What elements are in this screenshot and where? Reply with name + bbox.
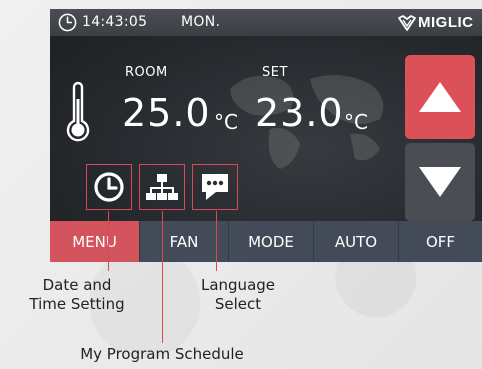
callout-date-time-line-2: Time Setting — [29, 295, 125, 313]
menu-button[interactable]: MENU — [50, 221, 140, 262]
set-temperature: 23.0 — [255, 91, 344, 135]
clock-icon — [58, 13, 77, 32]
brand-logo: MIGLIC — [398, 13, 474, 32]
temperature-down-button[interactable] — [405, 143, 475, 221]
language-select-button[interactable] — [192, 164, 238, 210]
thermometer-icon — [66, 81, 90, 142]
bottom-menu: MENU FAN MODE AUTO OFF — [50, 221, 482, 262]
set-label: SET — [262, 65, 288, 80]
auto-button[interactable]: AUTO — [314, 221, 399, 262]
callout-language: Language Select — [178, 276, 298, 314]
sitemap-icon — [146, 174, 178, 200]
chat-bubble-icon — [202, 174, 228, 200]
callout-program-schedule: My Program Schedule — [80, 345, 244, 363]
current-time: 14:43:05 — [82, 14, 148, 30]
room-label: ROOM — [125, 65, 168, 80]
off-button[interactable]: OFF — [399, 221, 482, 262]
mode-button[interactable]: MODE — [229, 221, 314, 262]
callout-date-time-line-1: Date and — [42, 276, 112, 294]
brand-name: MIGLIC — [418, 14, 474, 31]
date-time-setting-button[interactable] — [86, 164, 132, 210]
set-unit: °C — [344, 110, 368, 134]
current-day: MON. — [181, 14, 221, 30]
room-temperature: 25.0 — [122, 91, 211, 135]
temperature-up-button[interactable] — [405, 55, 475, 139]
callout-line-date-time — [108, 211, 109, 271]
program-schedule-button[interactable] — [139, 164, 185, 210]
callout-language-line-2: Select — [214, 295, 262, 313]
thermostat-screen: 14:43:05 MON. MIGLIC ROOM SET 25.0 °C 23… — [50, 9, 482, 262]
callout-line-program — [162, 211, 163, 343]
status-bar: 14:43:05 MON. MIGLIC — [50, 9, 482, 36]
brand-logo-icon — [398, 14, 416, 31]
room-unit: °C — [214, 110, 238, 134]
triangle-up-icon — [419, 82, 461, 112]
callout-date-time: Date and Time Setting — [4, 276, 150, 314]
callout-line-language — [216, 211, 217, 271]
clock-icon — [94, 172, 124, 202]
triangle-down-icon — [419, 167, 461, 197]
callout-language-line-1: Language — [200, 276, 276, 294]
